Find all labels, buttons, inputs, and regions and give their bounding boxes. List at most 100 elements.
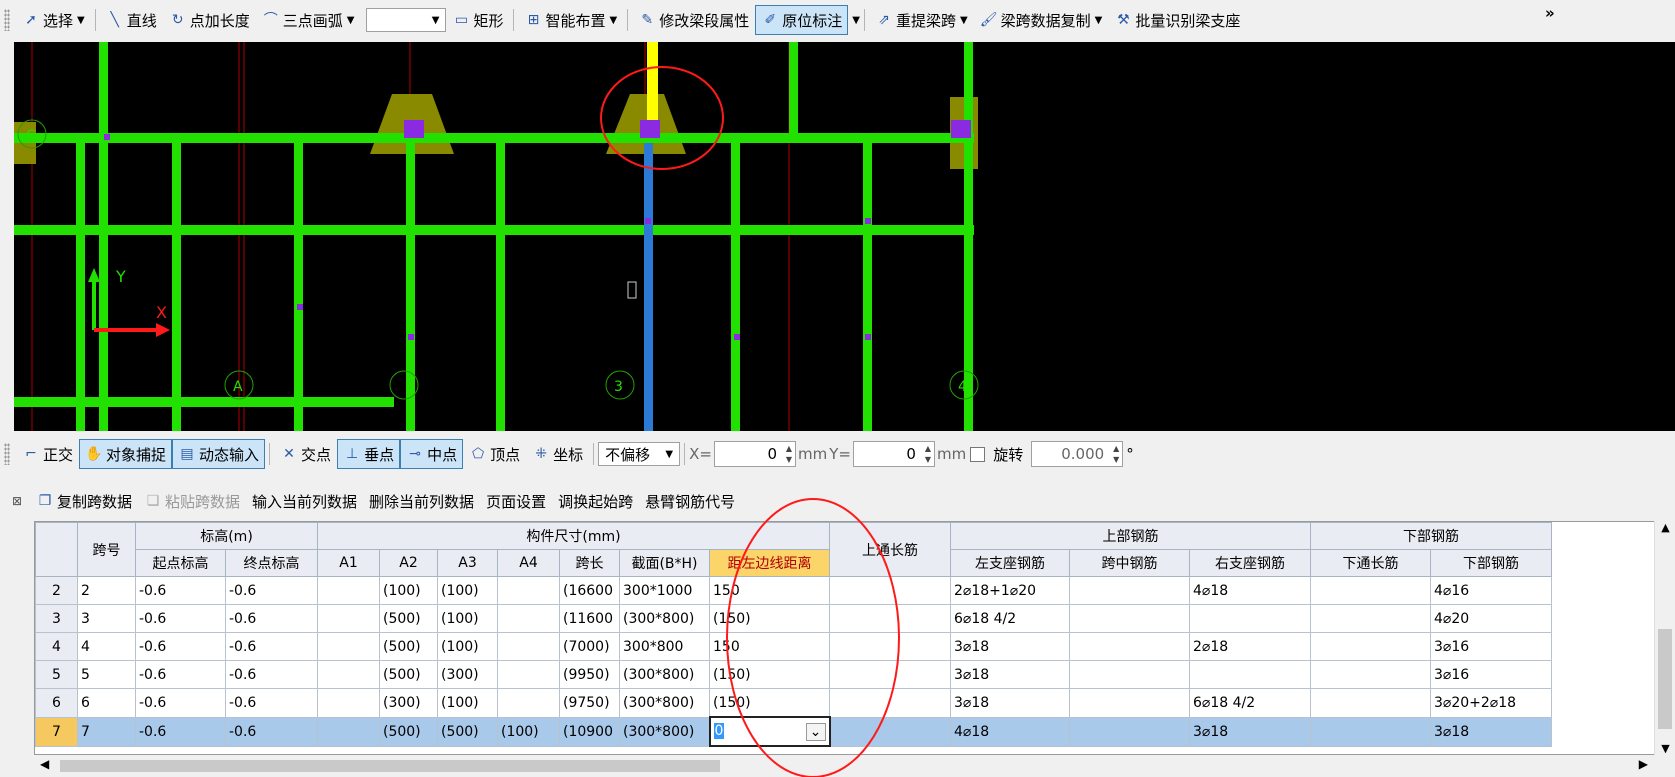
- table-cell-span[interactable]: 4: [77, 632, 136, 661]
- table-cell-rs[interactable]: 4⌀18: [1189, 576, 1311, 605]
- table-cell-rs[interactable]: 3⌀18: [1189, 716, 1311, 747]
- table-cell-len[interactable]: (9950): [559, 660, 620, 689]
- inplace-dropdown-icon[interactable]: ▼: [852, 15, 860, 26]
- table-horizontal-scrollbar[interactable]: ◀ ▶: [34, 755, 1654, 777]
- point-length-button[interactable]: ↻ 点加长度: [163, 5, 256, 35]
- table-cell-a2[interactable]: (500): [379, 632, 438, 661]
- table-cell-dist[interactable]: 150: [709, 576, 830, 605]
- intersect-snap[interactable]: ✕ 交点: [274, 439, 337, 469]
- table-cell-bt[interactable]: [1310, 632, 1431, 661]
- table-cell-se[interactable]: -0.6: [135, 576, 226, 605]
- table-cell-sec[interactable]: (300*800): [619, 660, 710, 689]
- table-cell-a3[interactable]: (300): [437, 660, 498, 689]
- copy-span-data-button[interactable]: 🖌 梁跨数据复制 ▼: [974, 5, 1109, 35]
- table-cell-ms[interactable]: [1069, 632, 1190, 661]
- scroll-right-icon[interactable]: ▶: [1639, 757, 1648, 771]
- table-cell-bb[interactable]: 3⌀20+2⌀18: [1430, 688, 1552, 718]
- toolbar-grip[interactable]: [4, 9, 10, 31]
- table-cell-sec[interactable]: (300*800): [619, 604, 710, 633]
- table-cell-a4[interactable]: [497, 688, 560, 718]
- table-vertical-scrollbar[interactable]: ▲ ▼: [1654, 521, 1675, 755]
- swap-start-span-button[interactable]: 调换起始跨: [552, 486, 639, 516]
- table-cell-bb[interactable]: 4⌀20: [1430, 604, 1552, 633]
- vertex-snap[interactable]: ⬠ 顶点: [463, 439, 526, 469]
- coordinate-snap[interactable]: ⁜ 坐标: [526, 439, 589, 469]
- table-cell-bb[interactable]: 4⌀16: [1430, 576, 1552, 605]
- table-cell-a4[interactable]: (100): [497, 716, 560, 747]
- midpoint-snap[interactable]: ⊸ 中点: [400, 439, 464, 469]
- table-cell-dist[interactable]: (150): [709, 660, 830, 689]
- table-cell-ms[interactable]: [1069, 576, 1190, 605]
- table-cell-rs[interactable]: [1189, 660, 1311, 689]
- table-cell-tt[interactable]: [829, 688, 951, 718]
- cantilever-code-button[interactable]: 悬臂钢筋代号: [639, 486, 741, 516]
- table-cell-a2[interactable]: (300): [379, 688, 438, 718]
- table-cell-dist[interactable]: 0 ⌄: [708, 716, 831, 747]
- table-cell-ls[interactable]: 4⌀18: [950, 716, 1070, 747]
- table-row[interactable]: 7 7 -0.6 -0.6 (500) (500) (100) (10900 (300*800)…: [35, 716, 1552, 747]
- offset-select[interactable]: 不偏移 ▼: [598, 442, 681, 466]
- scroll-down-icon[interactable]: ▼: [1655, 742, 1675, 755]
- scroll-up-icon[interactable]: ▲: [1655, 521, 1675, 534]
- select-button[interactable]: ➚ 选择 ▼: [16, 5, 91, 35]
- scroll-left-icon[interactable]: ◀: [40, 757, 49, 771]
- drawing-canvas[interactable]: Y X C A 3 4: [14, 42, 1675, 431]
- y-input[interactable]: 0 ▲ ▼: [852, 441, 935, 467]
- delete-column-button[interactable]: 删除当前列数据: [363, 486, 480, 516]
- table-cell-len[interactable]: (7000): [559, 632, 620, 661]
- table-cell-se[interactable]: -0.6: [135, 660, 226, 689]
- table-cell-tt[interactable]: [829, 660, 951, 689]
- table-cell-se[interactable]: -0.6: [135, 632, 226, 661]
- table-cell-ee[interactable]: -0.6: [225, 576, 318, 605]
- table-cell-len[interactable]: (10900: [559, 716, 620, 747]
- table-row[interactable]: 3 3 -0.6 -0.6 (500) (100) (11600 (300*800) (150)…: [35, 604, 1552, 633]
- table-cell-a1[interactable]: [317, 576, 380, 605]
- table-cell-tt[interactable]: [829, 604, 951, 633]
- table-cell-a4[interactable]: [497, 576, 560, 605]
- table-cell-ee[interactable]: -0.6: [225, 660, 318, 689]
- table-cell-ee[interactable]: -0.6: [225, 632, 318, 661]
- table-cell-ee[interactable]: -0.6: [225, 604, 318, 633]
- table-cell-a3[interactable]: (500): [437, 716, 498, 747]
- copy-span-button[interactable]: ❐ 复制跨数据: [30, 486, 138, 516]
- h-scroll-thumb[interactable]: [60, 760, 720, 772]
- table-cell-a2[interactable]: (500): [379, 604, 438, 633]
- rect-button[interactable]: ▭ 矩形: [446, 5, 509, 35]
- line-button[interactable]: ╲ 直线: [100, 5, 163, 35]
- table-cell-tt[interactable]: [829, 716, 951, 747]
- table-cell-len[interactable]: (9750): [559, 688, 620, 718]
- table-cell-sec[interactable]: 300*800: [619, 632, 710, 661]
- table-row[interactable]: 6 6 -0.6 -0.6 (300) (100) (9750) (300*800) (150)…: [35, 688, 1552, 718]
- table-row[interactable]: 5 5 -0.6 -0.6 (500) (300) (9950) (300*800) (150)…: [35, 660, 1552, 689]
- smart-layout-button[interactable]: ⊞ 智能布置 ▼: [518, 5, 623, 35]
- table-cell-bt[interactable]: [1310, 576, 1431, 605]
- paste-span-button[interactable]: ❏ 粘贴跨数据: [138, 486, 246, 516]
- table-cell-span[interactable]: 3: [77, 604, 136, 633]
- table-cell-dist[interactable]: (150): [709, 688, 830, 718]
- table-cell-a4[interactable]: [497, 632, 560, 661]
- modify-beam-attr-button[interactable]: ✎ 修改梁段属性: [632, 5, 755, 35]
- table-cell-a3[interactable]: (100): [437, 576, 498, 605]
- table-cell-ls[interactable]: 3⌀18: [950, 688, 1070, 718]
- table-cell-se[interactable]: -0.6: [135, 604, 226, 633]
- table-row[interactable]: 4 4 -0.6 -0.6 (500) (100) (7000) 300*800 150 3⌀18…: [35, 632, 1552, 661]
- perpendicular-snap[interactable]: ⊥ 垂点: [337, 439, 401, 469]
- dynamic-input-toggle[interactable]: ▤ 动态输入: [172, 439, 266, 469]
- ortho-toggle[interactable]: ⌐ 正交: [16, 439, 79, 469]
- table-cell-a1[interactable]: [317, 604, 380, 633]
- table-cell-ms[interactable]: [1069, 716, 1190, 747]
- table-cell-a3[interactable]: (100): [437, 632, 498, 661]
- table-cell-ee[interactable]: -0.6: [225, 688, 318, 718]
- table-cell-rs[interactable]: 6⌀18 4/2: [1189, 688, 1311, 718]
- table-cell-a1[interactable]: [317, 632, 380, 661]
- dist-edit-input[interactable]: 0: [713, 722, 725, 739]
- table-cell-span[interactable]: 6: [77, 688, 136, 718]
- table-cell-bt[interactable]: [1310, 716, 1431, 747]
- three-point-arc-button[interactable]: ⌒ 三点画弧 ▼: [256, 5, 361, 35]
- toolbar-overflow-button[interactable]: »: [1545, 4, 1555, 22]
- table-cell-bt[interactable]: [1310, 604, 1431, 633]
- page-setup-button[interactable]: 页面设置: [480, 486, 552, 516]
- rotate-checkbox[interactable]: [970, 446, 986, 462]
- table-cell-bb[interactable]: 3⌀18: [1430, 716, 1552, 747]
- table-cell-a3[interactable]: (100): [437, 604, 498, 633]
